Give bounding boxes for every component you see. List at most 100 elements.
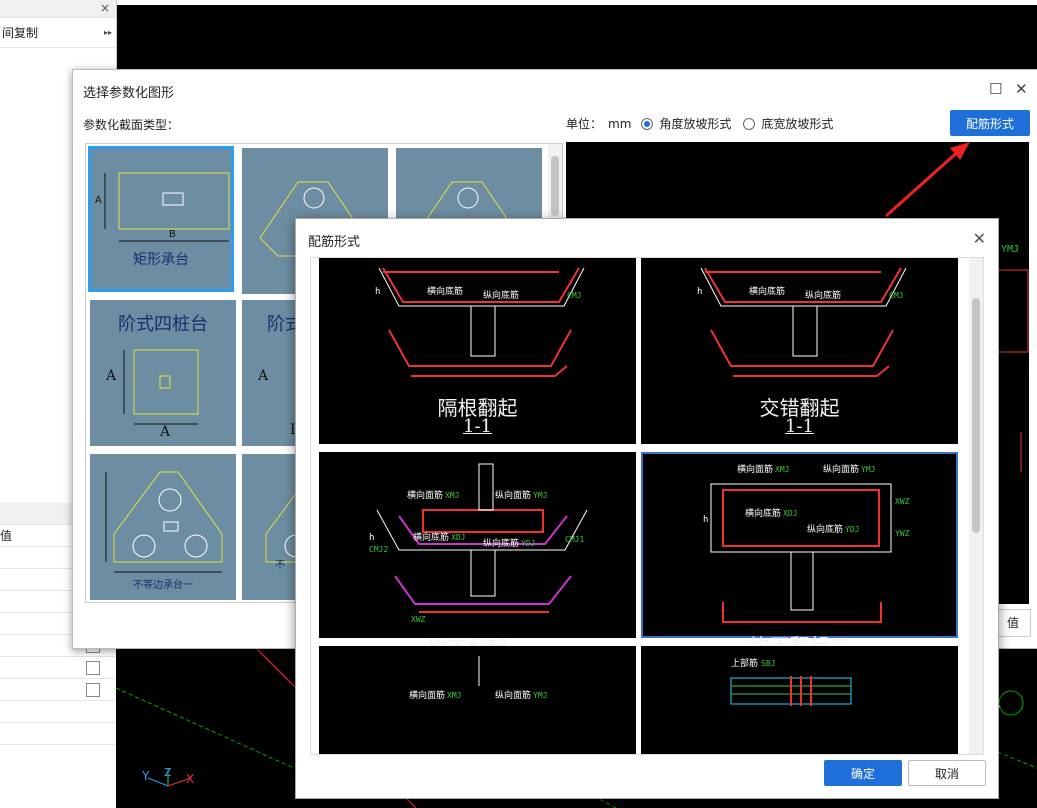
cancel-button[interactable]: 取消 (908, 760, 986, 786)
svg-text:Z: Z (164, 766, 172, 779)
rebar-diagram: 横向面筋 XMJ 纵向面筋 YMJ 横向底筋 XDJ 纵向底筋 YDJ CMJ2… (369, 463, 588, 624)
label-cmj: CMJ (567, 291, 581, 300)
unit-label: 单位： (566, 117, 603, 131)
label-bot-h: 横向底筋 (749, 285, 785, 297)
label-ywz: YWZ (895, 529, 910, 538)
label-h: h (375, 287, 380, 297)
rebar-option-no-bend-2[interactable]: 横向面筋 XMJ 纵向面筋 YMJ 横向底筋 XDJ 纵向底筋 YDJ XWZ … (641, 452, 958, 658)
svg-text:X: X (186, 772, 194, 786)
svg-text:Y: Y (141, 769, 150, 783)
label-h: h (369, 533, 374, 543)
property-row (0, 679, 116, 701)
rebar-option-partial-1[interactable]: 横向面筋 XMJ 纵向面筋 YMJ (319, 646, 636, 754)
label-h: h (703, 515, 708, 525)
label-top-v: 纵向面筋 (823, 463, 859, 475)
dialog-side-button-label: 值 (1006, 616, 1019, 630)
label-cmj2: CMJ2 (369, 545, 388, 554)
dialog-title: 选择参数化图形 (83, 86, 175, 101)
red-arrow-annotation (884, 142, 970, 218)
label-bot-v: 纵向底筋 (483, 537, 519, 549)
label-h: h (697, 287, 702, 297)
shape-caption: 不等边承台一 (133, 580, 193, 591)
label-ydj: YDJ (521, 539, 535, 548)
dim-a-label: A (106, 368, 117, 384)
label-xwz: XWZ (411, 615, 426, 624)
scroll-thumb[interactable] (551, 156, 559, 216)
rebar-option-partial-2[interactable]: 上部筋 SBJ (641, 646, 958, 754)
dim-b-label: B (169, 229, 176, 240)
radio-angle-label[interactable]: 角度放坡形式 (659, 115, 731, 132)
label-ymj: YMJ (861, 465, 875, 474)
expand-arrow-icon: ▸▸ (103, 28, 112, 37)
label-bot-h: 横向底筋 (413, 531, 449, 543)
dim-a-label-bottom: A (160, 424, 171, 440)
panel-close-icon[interactable]: × (100, 0, 110, 19)
label-bot-v: 纵向底筋 (483, 289, 519, 301)
label-xmj: XMJ (775, 465, 789, 474)
option-section: 1-1 (463, 416, 492, 437)
rebar-option-list: 横向底筋 纵向底筋 CMJ h 隔根翻起 1-1 横向底筋 纵向底筋 CMJ h (310, 257, 984, 755)
label-top-h: 横向面筋 (409, 689, 445, 701)
scroll-thumb[interactable] (972, 298, 980, 533)
label-bot-h: 横向底筋 (427, 285, 463, 297)
maximize-icon[interactable]: ☐ (989, 80, 1002, 98)
rebar-form-button[interactable]: 配筋形式 (950, 110, 1030, 136)
panel-title-bar: × (0, 0, 116, 18)
label-xdj: XDJ (451, 533, 465, 542)
label-top-v: 纵向面筋 (495, 689, 531, 701)
label-bot-v: 纵向底筋 (807, 523, 843, 535)
radio-width-slope[interactable] (743, 117, 756, 130)
option-scrollbar[interactable] (969, 258, 983, 754)
preview-dim-code: YMJ (1001, 244, 1019, 255)
label-bot-v: 纵向底筋 (805, 289, 841, 301)
property-row (0, 657, 116, 679)
option-section: 1-1 (785, 416, 814, 437)
close-icon[interactable]: ✕ (1015, 80, 1028, 98)
dim-a-label: A (258, 368, 269, 384)
ok-button[interactable]: 确定 (824, 760, 902, 786)
property-row (0, 723, 116, 745)
rebar-option-staggered-bent[interactable]: 横向底筋 纵向底筋 CMJ h 交错翻起 1-1 (641, 258, 958, 444)
rebar-diagram: 上部筋 SBJ (730, 657, 852, 706)
property-row (0, 701, 116, 723)
label-ydj: YDJ (845, 525, 859, 534)
label-ymj: YMJ (533, 691, 547, 700)
label-bot-h: 横向底筋 (745, 507, 781, 519)
panel-item-copy[interactable]: 间复制 ▸▸ (0, 18, 116, 48)
rebar-form-dialog: 配筋形式 ✕ 横向底筋 纵向底筋 CMJ h 隔根翻起 1-1 横向底筋 纵向底… (295, 218, 999, 799)
unit-value: mm (608, 116, 632, 131)
label-xdj: XDJ (783, 509, 797, 518)
panel-item-copy-label: 间复制 (2, 26, 39, 40)
property-checkbox[interactable] (86, 683, 100, 697)
property-checkbox[interactable] (86, 661, 100, 675)
label-cmj1: CMJ1 (565, 535, 584, 544)
shape-uneven-cap-1[interactable]: 不等边承台一 (90, 454, 236, 600)
radio-width-label[interactable]: 底宽放坡形式 (761, 115, 833, 132)
rebar-diagram: 横向面筋 XMJ 纵向面筋 YMJ 横向底筋 XDJ 纵向底筋 YDJ XWZ … (703, 463, 910, 623)
label-upper: 上部筋 (731, 657, 758, 669)
close-icon[interactable]: ✕ (973, 229, 986, 248)
label-cmj: CMJ (889, 291, 903, 300)
shape-caption: 矩形承台 (133, 252, 189, 268)
property-value-header: 值 (0, 529, 13, 543)
rebar-option-no-bend-1[interactable]: 横向面筋 XMJ 纵向面筋 YMJ 横向底筋 XDJ 纵向底筋 YDJ CMJ2… (319, 452, 636, 660)
label-top-h: 横向面筋 (737, 463, 773, 475)
label-xmj: XMJ (445, 491, 459, 500)
axis-gizmo-icon: X Y Z (141, 766, 194, 787)
label-xwz: XWZ (895, 497, 910, 506)
section-type-label: 参数化截面类型： (83, 118, 180, 132)
shape-rect-cap[interactable]: A B 矩形承台 (88, 146, 234, 292)
dim-a-label: A (95, 195, 102, 206)
label-ymj: YMJ (533, 491, 547, 500)
label-sbj: SBJ (761, 659, 775, 668)
rebar-option-alternate-bent[interactable]: 横向底筋 纵向底筋 CMJ h 隔根翻起 1-1 (319, 258, 636, 444)
unit-row: 单位： mm 角度放坡形式 底宽放坡形式 (566, 115, 833, 132)
label-top-h: 横向面筋 (407, 489, 443, 501)
radio-angle-slope[interactable] (641, 117, 654, 130)
label-xmj: XMJ (447, 691, 461, 700)
dialog-title: 配筋形式 (308, 235, 361, 250)
label-top-v: 纵向面筋 (495, 489, 531, 501)
rebar-diagram: 横向面筋 XMJ 纵向面筋 YMJ (409, 656, 547, 701)
canvas-top-strip (116, 0, 1037, 5)
dialog-side-button[interactable]: 值 (995, 609, 1031, 637)
